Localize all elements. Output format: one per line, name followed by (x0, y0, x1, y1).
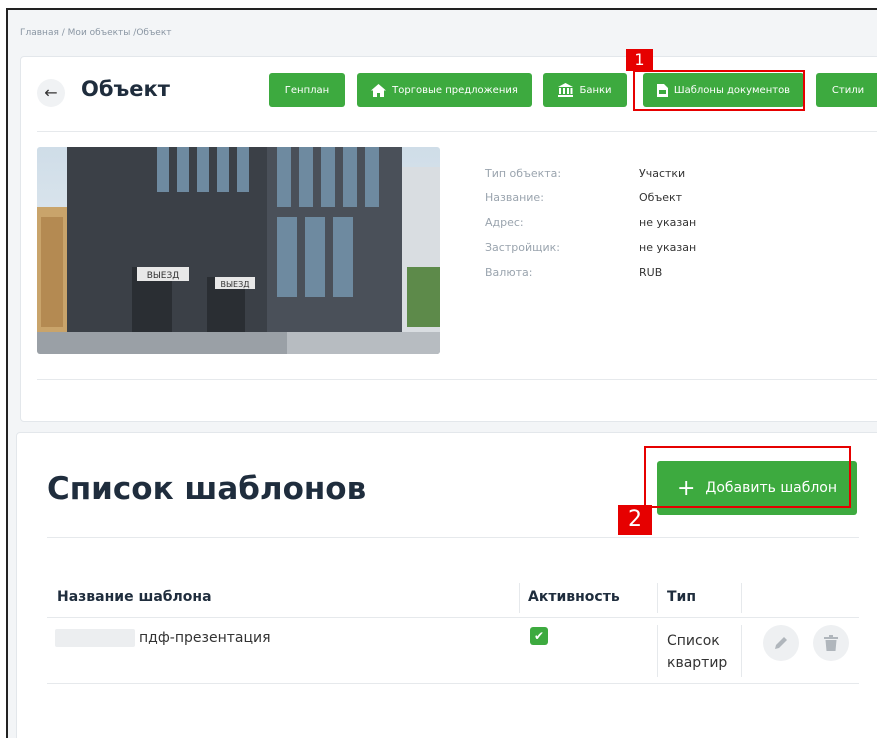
template-type-line1: Список (667, 633, 720, 649)
column-header-active[interactable]: Активность (528, 589, 620, 605)
breadcrumb: Главная / Мои объекты /Объект (20, 28, 172, 38)
object-developer-label: Застройщик: (485, 241, 560, 254)
edit-button[interactable] (763, 625, 799, 661)
breadcrumb-my-objects[interactable]: Мои объекты (68, 28, 131, 38)
back-button[interactable]: ← (37, 79, 65, 107)
pencil-icon (775, 637, 787, 649)
column-divider (657, 583, 658, 613)
banks-label: Банки (579, 84, 612, 96)
page-title: Объект (81, 77, 170, 101)
card-divider (37, 379, 877, 380)
column-divider (657, 625, 658, 677)
object-address-label: Адрес: (485, 216, 524, 229)
exit-sign-2: ВЫЕЗД (221, 280, 250, 289)
styles-button[interactable]: Стили (816, 73, 877, 107)
breadcrumb-home[interactable]: Главная (20, 28, 59, 38)
object-name-label: Название: (485, 191, 544, 204)
styles-label: Стили (831, 84, 865, 96)
column-header-name[interactable]: Название шаблона (57, 589, 212, 605)
column-divider (741, 583, 742, 613)
object-developer-value: не указан (639, 241, 697, 254)
column-header-type[interactable]: Тип (667, 589, 696, 605)
templates-title: Список шаблонов (47, 471, 367, 507)
delete-button[interactable] (813, 625, 849, 661)
exit-sign-1: ВЫЕЗД (147, 271, 180, 281)
bank-icon (558, 83, 574, 97)
column-divider (741, 625, 742, 677)
step-marker-2: 2 (618, 505, 652, 535)
arrow-left-icon: ← (44, 83, 58, 102)
template-type-line2: квартир (667, 655, 728, 671)
step-marker-1: 1 (626, 49, 653, 71)
header-row-divider (47, 617, 859, 618)
offers-button[interactable]: Торговые предложения (357, 73, 532, 107)
object-type-value: Участки (639, 167, 686, 180)
title-divider (47, 537, 859, 538)
object-currency-value: RUB (639, 266, 663, 279)
breadcrumb-separator: / (61, 28, 65, 38)
banks-button[interactable]: Банки (543, 73, 627, 107)
object-photo: ВЫЕЗД ВЫЕЗД (37, 147, 440, 354)
header-divider (37, 131, 877, 132)
page-frame: Главная / Мои объекты /Объект ← Объект Г… (6, 8, 877, 738)
highlight-add-template-button (644, 446, 851, 508)
offers-label: Торговые предложения (392, 84, 518, 96)
object-address-value: не указан (639, 216, 697, 229)
active-checkbox[interactable]: ✔ (530, 627, 548, 645)
column-divider (519, 583, 520, 613)
object-currency-label: Валюта: (485, 266, 533, 279)
breadcrumb-current: Объект (136, 28, 172, 38)
redacted-prefix (55, 629, 135, 647)
home-icon (371, 83, 387, 97)
object-name-value: Объект (639, 191, 683, 204)
highlight-templates-button (633, 70, 805, 111)
row-divider (47, 683, 859, 684)
genplan-button[interactable]: Генплан (269, 73, 345, 107)
trash-icon (824, 635, 838, 651)
object-type-label: Тип объекта: (485, 167, 562, 180)
genplan-label: Генплан (284, 84, 330, 96)
template-type: Список квартир (667, 630, 727, 674)
template-name: пдф-презентация (139, 630, 271, 646)
